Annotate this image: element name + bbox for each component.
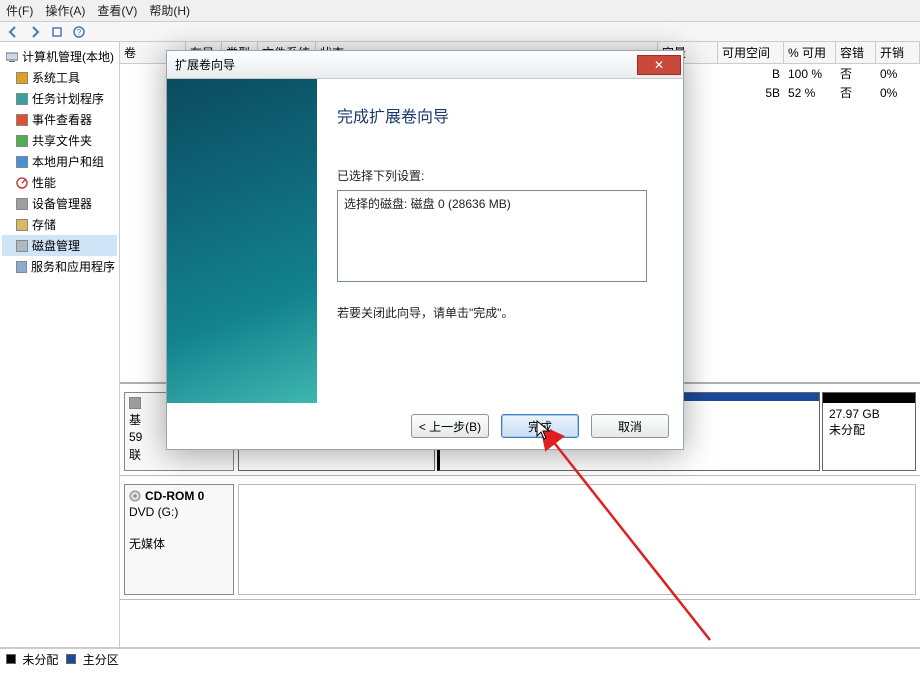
legend-swatch-unalloc bbox=[6, 654, 16, 664]
wizard-sidebar-graphic bbox=[167, 79, 317, 403]
close-icon: ✕ bbox=[654, 58, 664, 72]
tree-perf[interactable]: 性能 bbox=[2, 172, 117, 193]
scheduler-icon bbox=[16, 93, 28, 105]
tree-shared-label: 共享文件夹 bbox=[32, 132, 92, 149]
tree-localusers-label: 本地用户和组 bbox=[32, 153, 104, 170]
cell-free: B bbox=[718, 65, 784, 83]
help-icon[interactable]: ? bbox=[72, 25, 86, 39]
devmgr-icon bbox=[16, 198, 28, 210]
menu-help[interactable]: 帮助(H) bbox=[149, 2, 190, 19]
wizard-listbox-item: 选择的磁盘: 磁盘 0 (28636 MB) bbox=[344, 195, 640, 212]
tree-services-label: 服务和应用程序 bbox=[31, 258, 115, 275]
wizard-settings-label: 已选择下列设置: bbox=[337, 167, 663, 184]
wizard-settings-listbox[interactable]: 选择的磁盘: 磁盘 0 (28636 MB) bbox=[337, 190, 647, 282]
col-fault[interactable]: 容错 bbox=[836, 42, 876, 63]
computer-icon bbox=[6, 51, 18, 63]
toolbar: ? bbox=[0, 22, 920, 42]
tree-storage[interactable]: 存储 bbox=[2, 214, 117, 235]
cdrom-drive: DVD (G:) bbox=[129, 505, 229, 519]
tree-perf-label: 性能 bbox=[32, 174, 56, 191]
menu-view[interactable]: 查看(V) bbox=[97, 2, 137, 19]
users-icon bbox=[16, 156, 28, 168]
cancel-button[interactable]: 取消 bbox=[591, 414, 669, 438]
diskmgmt-icon bbox=[16, 240, 28, 252]
col-free[interactable]: 可用空间 bbox=[718, 42, 784, 63]
tree-localusers[interactable]: 本地用户和组 bbox=[2, 151, 117, 172]
cell-ovh: 0% bbox=[876, 84, 920, 102]
tree-scheduler[interactable]: 任务计划程序 bbox=[2, 88, 117, 109]
wizard-note: 若要关闭此向导，请单击"完成"。 bbox=[337, 304, 663, 321]
storage-icon bbox=[16, 219, 28, 231]
close-button[interactable]: ✕ bbox=[637, 55, 681, 75]
tree-shared[interactable]: 共享文件夹 bbox=[2, 130, 117, 151]
perf-icon bbox=[16, 177, 28, 189]
tree-diskmgmt[interactable]: 磁盘管理 bbox=[2, 235, 117, 256]
part-size: 27.97 GB bbox=[829, 407, 909, 421]
tree-root[interactable]: 计算机管理(本地) bbox=[2, 46, 117, 67]
tree-devmgr-label: 设备管理器 bbox=[32, 195, 92, 212]
cell-pct: 100 % bbox=[784, 65, 836, 83]
tree-storage-label: 存储 bbox=[32, 216, 56, 233]
wizard-titlebar[interactable]: 扩展卷向导 ✕ bbox=[167, 51, 683, 79]
tree-root-label: 计算机管理(本地) bbox=[22, 48, 114, 65]
legend-swatch-primary bbox=[66, 654, 76, 664]
finish-button[interactable]: 完成 bbox=[501, 414, 579, 438]
menu-action[interactable]: 操作(A) bbox=[45, 2, 85, 19]
refresh-icon[interactable] bbox=[50, 25, 64, 39]
wizard-dialog: 扩展卷向导 ✕ 完成扩展卷向导 已选择下列设置: 选择的磁盘: 磁盘 0 (28… bbox=[166, 50, 684, 450]
menu-file[interactable]: 件(F) bbox=[6, 2, 33, 19]
cdrom-status: 无媒体 bbox=[129, 535, 229, 552]
cdrom-label[interactable]: CD-ROM 0 DVD (G:) 无媒体 bbox=[124, 484, 234, 595]
cdrom-icon bbox=[129, 490, 141, 502]
tree-services[interactable]: 服务和应用程序 bbox=[2, 256, 117, 277]
wizard-buttons: < 上一步(B) 完成 取消 bbox=[167, 403, 683, 449]
cdrom-name: CD-ROM 0 bbox=[145, 489, 204, 503]
disk0-part-unalloc[interactable]: 27.97 GB 未分配 bbox=[822, 392, 916, 471]
tree-scheduler-label: 任务计划程序 bbox=[32, 90, 104, 107]
back-icon[interactable] bbox=[6, 25, 20, 39]
wizard-title-text: 扩展卷向导 bbox=[175, 56, 235, 73]
shared-icon bbox=[16, 135, 28, 147]
cell-free: 5B bbox=[718, 84, 784, 102]
svg-text:?: ? bbox=[77, 28, 82, 37]
tree-diskmgmt-label: 磁盘管理 bbox=[32, 237, 80, 254]
col-pct[interactable]: % 可用 bbox=[784, 42, 836, 63]
cell-fault: 否 bbox=[836, 63, 876, 84]
legend-unalloc: 未分配 bbox=[22, 653, 58, 667]
tree-systools[interactable]: 系统工具 bbox=[2, 67, 117, 88]
disk-row-cdrom: CD-ROM 0 DVD (G:) 无媒体 bbox=[120, 480, 920, 600]
nav-tree: 计算机管理(本地) 系统工具 任务计划程序 事件查看器 共享文件夹 本地用户和组… bbox=[0, 42, 120, 647]
disk-icon bbox=[129, 397, 141, 409]
legend: 未分配 主分区 bbox=[0, 648, 920, 670]
cdrom-part-empty[interactable] bbox=[238, 484, 916, 595]
cell-fault: 否 bbox=[836, 82, 876, 103]
wizard-content: 完成扩展卷向导 已选择下列设置: 选择的磁盘: 磁盘 0 (28636 MB) … bbox=[317, 79, 683, 403]
cell-ovh: 0% bbox=[876, 65, 920, 83]
back-button[interactable]: < 上一步(B) bbox=[411, 414, 489, 438]
part-status: 未分配 bbox=[829, 421, 909, 438]
col-ovh[interactable]: 开销 bbox=[876, 42, 920, 63]
wizard-heading: 完成扩展卷向导 bbox=[337, 103, 663, 127]
event-icon bbox=[16, 114, 28, 126]
tree-systools-label: 系统工具 bbox=[32, 69, 80, 86]
tree-eventviewer-label: 事件查看器 bbox=[32, 111, 92, 128]
legend-primary: 主分区 bbox=[83, 653, 119, 667]
tree-eventviewer[interactable]: 事件查看器 bbox=[2, 109, 117, 130]
tree-devmgr[interactable]: 设备管理器 bbox=[2, 193, 117, 214]
forward-icon[interactable] bbox=[28, 25, 42, 39]
tools-icon bbox=[16, 72, 28, 84]
menubar: 件(F) 操作(A) 查看(V) 帮助(H) bbox=[0, 0, 920, 22]
cell-pct: 52 % bbox=[784, 84, 836, 102]
services-icon bbox=[16, 261, 27, 273]
